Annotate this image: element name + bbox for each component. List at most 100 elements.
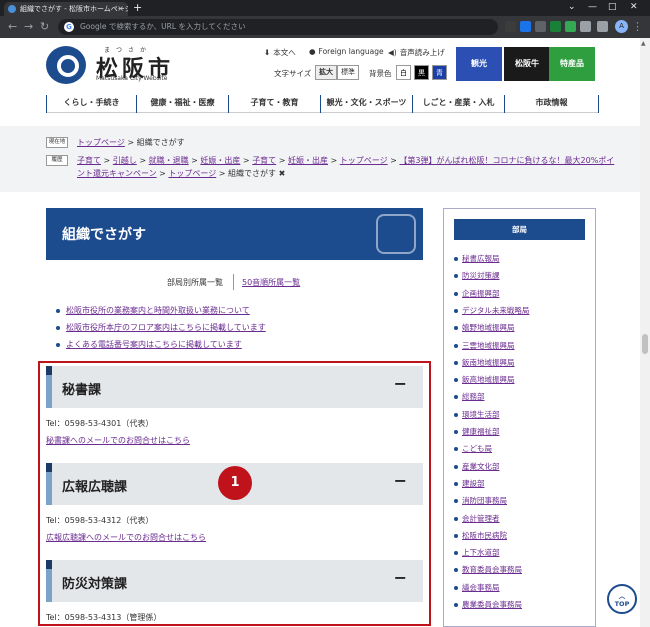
breadcrumb-text: > 組織でさがす (216, 169, 279, 178)
gnav-tourism-culture[interactable]: 観光・文化・スポーツ (320, 95, 412, 113)
extension-icon[interactable] (505, 21, 516, 32)
sidebar-item[interactable]: こども局 (454, 444, 492, 454)
download-icon: ⬇ (264, 48, 271, 57)
tab-title: 組織でさがす - 松阪市ホームページ (20, 5, 128, 13)
breadcrumb-link[interactable]: トップページ (168, 169, 216, 178)
list-item[interactable]: よくある電話番号案内はこちらに掲載しています (56, 339, 242, 350)
back-button[interactable]: ← (8, 20, 17, 34)
bg-black-button[interactable]: 黒 (414, 65, 429, 80)
list-item[interactable]: 松阪市役所の業務案内と時間外取扱い業務について (56, 305, 250, 316)
breadcrumb-link[interactable]: 引越し (113, 156, 137, 165)
bg-blue-button[interactable]: 青 (432, 65, 447, 80)
new-tab-button[interactable]: + (133, 1, 142, 14)
breadcrumb-link[interactable]: 子育て (252, 156, 276, 165)
scrollbar[interactable]: ▲ (640, 38, 650, 627)
cow-illustration-icon (376, 214, 416, 254)
breadcrumb-link[interactable]: トップページ (77, 138, 125, 147)
sidebar-item[interactable]: 飯南地域振興局 (454, 358, 515, 368)
foreign-language-link[interactable]: ● Foreign language (309, 47, 384, 56)
extension-icon[interactable] (535, 21, 546, 32)
bg-white-button[interactable]: 白 (396, 65, 411, 80)
tab-by-department[interactable]: 部局別所属一覧 (167, 277, 223, 288)
sidebar-item[interactable]: 議会事務局 (454, 583, 500, 593)
tab-search-icon[interactable]: ⌄ (568, 0, 576, 15)
read-aloud-link[interactable]: ◀) 音声読み上げ (388, 47, 445, 58)
tab-by-syllabary[interactable]: 50音順所属一覧 (242, 277, 300, 288)
clear-history-icon[interactable]: ✖ (279, 169, 286, 178)
tourism-banner[interactable]: 観光 (456, 47, 502, 81)
browser-menu-icon[interactable]: ⋮ (632, 20, 643, 34)
google-icon: G (64, 22, 74, 32)
sidebar: 部局 秘書広報局防災対策課企画振興部デジタル未来戦略局 嬉野地域振興局 三雲地域振興… (443, 208, 596, 627)
sidebar-item[interactable]: 会計管理者 (454, 514, 500, 524)
extensions-puzzle-icon[interactable] (580, 21, 591, 32)
gnav-childcare-education[interactable]: 子育て・教育 (228, 95, 320, 113)
font-size-enlarge-button[interactable]: 拡大 (315, 65, 337, 80)
global-nav: くらし・手続き 健康・福祉・医療 子育て・教育 観光・文化・スポーツ しごと・産… (46, 95, 599, 113)
extension-icon[interactable] (550, 21, 561, 32)
forward-button[interactable]: → (24, 20, 33, 34)
gnav-work-industry[interactable]: しごと・産業・入札 (412, 95, 504, 113)
site-favicon-icon (8, 5, 16, 13)
font-size-standard-button[interactable]: 標準 (337, 65, 359, 80)
sidebar-item[interactable]: 秘書広報局 (454, 254, 500, 264)
breadcrumb-link[interactable]: トップページ (340, 156, 388, 165)
sidebar-heading: 部局 (454, 219, 585, 240)
sidebar-item[interactable]: 農業委員会事務局 (454, 600, 522, 610)
breadcrumb-text: > 組織でさがす (124, 138, 185, 147)
profile-avatar[interactable]: A (615, 20, 628, 33)
tab-divider (233, 274, 234, 290)
page-title-block: 組織でさがす (46, 208, 423, 260)
maximize-button[interactable]: □ (608, 0, 617, 15)
side-panel-icon[interactable] (597, 21, 608, 32)
sidebar-item[interactable]: 企画振興部 (454, 289, 500, 299)
breadcrumb: トップページ > 組織でさがす (77, 136, 617, 149)
back-to-top-label: TOP (614, 600, 630, 608)
matsusaka-beef-banner[interactable]: 松阪牛 (504, 47, 550, 81)
font-size-label: 文字サイズ (274, 69, 312, 78)
breadcrumb-text: > (188, 156, 201, 165)
city-logo-icon[interactable] (46, 46, 86, 84)
back-to-top-button[interactable]: ︿ TOP (607, 584, 637, 614)
tab-close-icon[interactable]: × (117, 2, 124, 16)
sidebar-item[interactable]: 建設部 (454, 479, 485, 489)
skip-to-content-link[interactable]: ⬇ 本文へ (264, 47, 296, 58)
extension-icon[interactable] (520, 21, 531, 32)
sidebar-item[interactable]: 環境生活部 (454, 410, 500, 420)
sidebar-item[interactable]: 産業文化部 (454, 462, 500, 472)
breadcrumb-text: > (136, 156, 149, 165)
sidebar-item[interactable]: 三雲地域振興局 (454, 341, 515, 351)
bg-color-label: 背景色 (369, 69, 392, 78)
specialty-products-banner[interactable]: 特産品 (549, 47, 595, 81)
sidebar-item[interactable]: 総務部 (454, 392, 485, 402)
sidebar-item[interactable]: 教育委員会事務局 (454, 565, 522, 575)
sidebar-item[interactable]: 健康福祉部 (454, 427, 500, 437)
reload-button[interactable]: ↻ (40, 20, 49, 34)
breadcrumb-text: > (387, 156, 400, 165)
logo-subtitle: Matsusaka City Website (96, 75, 168, 82)
browser-tab[interactable]: 組織でさがす - 松阪市ホームページ × (4, 2, 128, 16)
breadcrumb-link[interactable]: 就職・退職 (149, 156, 189, 165)
address-bar[interactable]: G Google で検索するか、URL を入力してください (58, 19, 498, 35)
breadcrumb-link[interactable]: 子育て (77, 156, 101, 165)
breadcrumb-link[interactable]: 妊娠・出産 (288, 156, 328, 165)
breadcrumb-link[interactable]: 妊娠・出産 (200, 156, 240, 165)
close-window-button[interactable]: ✕ (630, 0, 638, 15)
sidebar-item[interactable]: 消防団事務局 (454, 496, 507, 506)
scrollbar-thumb[interactable] (642, 334, 648, 354)
sidebar-item[interactable]: デジタル未来戦略局 (453, 306, 529, 316)
browser-tab-bar: 組織でさがす - 松阪市ホームページ × + ⌄ — □ ✕ (0, 0, 650, 16)
sidebar-item[interactable]: 防災対策課 (454, 271, 500, 281)
list-item[interactable]: 松阪市役所本庁のフロア案内はこちらに掲載しています (56, 322, 266, 333)
gnav-health-welfare[interactable]: 健康・福祉・医療 (136, 95, 228, 113)
extension-icon[interactable] (565, 21, 576, 32)
sidebar-item[interactable]: 飯高地域振興局 (454, 375, 515, 385)
globe-icon: ● (309, 47, 316, 56)
sidebar-item[interactable]: 松阪市民病院 (454, 531, 507, 541)
gnav-living[interactable]: くらし・手続き (46, 95, 136, 113)
scroll-up-icon[interactable]: ▲ (641, 40, 646, 47)
sidebar-item[interactable]: 嬉野地域振興局 (454, 323, 515, 333)
minimize-button[interactable]: — (588, 0, 597, 15)
sidebar-item[interactable]: 上下水道部 (454, 548, 500, 558)
gnav-city-info[interactable]: 市政情報 (504, 95, 599, 113)
